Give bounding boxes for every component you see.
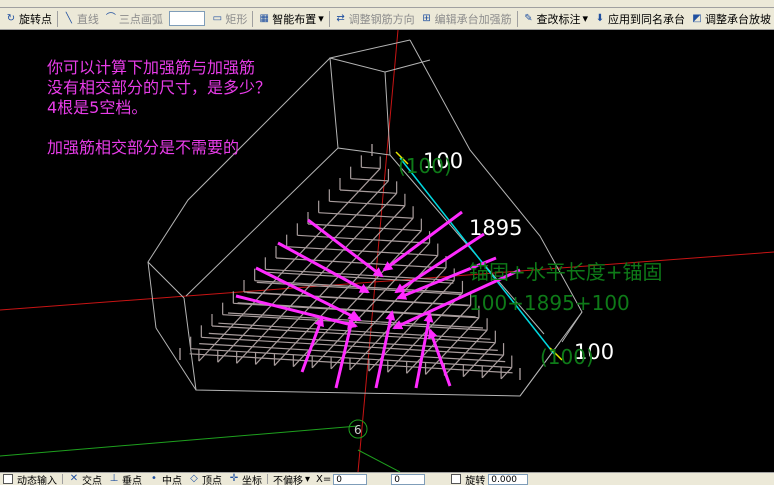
snap-perpendicular[interactable]: ⊥ 垂点 — [105, 473, 145, 485]
rebar-direction-button[interactable]: ⇄ 调整钢筋方向 — [332, 10, 418, 28]
toolbar-separator — [62, 474, 63, 484]
snap-intersection[interactable]: ✕ 交点 — [65, 473, 105, 485]
rotate-point-button[interactable]: ↻ 旋转点 — [2, 10, 55, 28]
coordinate-snap-icon: ✛ — [229, 473, 239, 484]
drawing-viewport[interactable]: 6 你可以计算下加强筋与加强筋 没有相交部分的尺寸，是多少？ 4根是5空档。 加… — [0, 30, 774, 472]
adjust-slope-button[interactable]: ◩ 调整承台放坡 — [688, 10, 774, 28]
y-coordinate: 0 — [388, 473, 428, 485]
rebar-line — [247, 292, 469, 307]
top-toolbar-strip — [0, 0, 774, 8]
rebar-line — [208, 332, 498, 351]
toolbar-separator — [328, 10, 330, 27]
apply-same-name-icon: ⬇ — [595, 12, 605, 24]
vertex-snap-icon: ◇ — [190, 473, 198, 484]
note-line: 加强筋相交部分是不需要的 — [47, 138, 240, 157]
smart-layout-button[interactable]: ▦ 智能布置 ▾ — [255, 10, 327, 28]
chevron-down-icon: ▾ — [582, 12, 588, 25]
dynamic-input-toggle[interactable]: 动态输入 — [0, 473, 60, 485]
edit-reinforcement-button[interactable]: ⊞ 编辑承台加强筋 — [418, 10, 515, 28]
adjust-slope-icon: ◩ — [692, 12, 702, 24]
snap-coordinate[interactable]: ✛ 坐标 — [225, 473, 265, 485]
offset-mode-dropdown[interactable]: 不偏移 ▾ — [270, 473, 313, 485]
edit-annotation-button[interactable]: ✎ 查改标注 ▾ — [519, 10, 591, 28]
rotate-input[interactable]: 0.000 — [488, 473, 529, 485]
question-line-1: 你可以计算下加强筋与加强筋 — [47, 58, 256, 77]
rebar-line — [318, 212, 414, 219]
green-axis-line — [357, 449, 401, 472]
rebar-line — [189, 353, 513, 374]
arc-mode-dropdown[interactable] — [168, 11, 206, 26]
toolbar-separator — [267, 474, 268, 484]
x-coordinate: X= 0 — [313, 473, 370, 485]
rebar-line — [361, 166, 381, 170]
perpendicular-snap-icon: ⊥ — [109, 473, 119, 484]
rectangle-icon: ▭ — [212, 12, 223, 24]
apply-same-name-button[interactable]: ⬇ 应用到同名承台 — [591, 10, 688, 28]
y-input[interactable]: 0 — [391, 473, 426, 485]
toolbar-separator — [57, 10, 58, 27]
rotate-toggle[interactable]: 旋转 — [448, 473, 488, 485]
question-line-3: 4根是5空档。 — [47, 98, 148, 117]
question-line-2: 没有相交部分的尺寸，是多少？ — [47, 78, 272, 97]
green-axis-line-2 — [0, 425, 359, 457]
checkbox-icon — [3, 474, 13, 484]
toolbar-separator — [252, 10, 254, 27]
toolbar-separator — [516, 10, 518, 27]
rebar-line — [297, 234, 430, 244]
checkbox-icon — [451, 474, 462, 484]
line-icon: ╲ — [65, 12, 72, 24]
x-input[interactable]: 0 — [333, 473, 368, 485]
dim-bottom-sub-label: (100) — [540, 345, 594, 369]
arc-button[interactable]: ⌒ 三点画弧 — [102, 10, 166, 28]
formula-text: 锚固+水平长度+锚固 — [469, 260, 663, 284]
rectangle-button[interactable]: ▭ 矩形 — [208, 10, 250, 28]
formula-values: 100+1895+100 — [469, 291, 630, 315]
dim-mid-label: 1895 — [469, 216, 523, 240]
axis-marker-label: 6 — [354, 423, 362, 437]
line-button[interactable]: ╲ 直线 — [60, 10, 102, 28]
snap-midpoint[interactable]: • 中点 — [145, 473, 185, 485]
smart-layout-icon: ▦ — [259, 12, 269, 24]
rebar-line — [198, 168, 381, 362]
intersection-snap-icon: ✕ — [69, 473, 79, 484]
main-toolbar: ↻ 旋转点 ╲ 直线 ⌒ 三点画弧 ▭ 矩形 ▦ 智能布置 ▾ ⇄ 调整钢筋方向 ⊞ 编辑承台加… — [0, 8, 774, 30]
midpoint-snap-icon: • — [151, 473, 157, 484]
chevron-down-icon: ▾ — [305, 473, 311, 485]
arc-icon: ⌒ — [105, 12, 116, 24]
chevron-down-icon: ▾ — [318, 12, 324, 25]
rebar-line — [339, 189, 397, 194]
bottom-status-toolbar: 动态输入 ✕ 交点 ⊥ 垂点 • 中点 ◇ 顶点 ✛ 坐标 不偏移 ▾ X= 0 0 旋转 0… — [0, 472, 774, 485]
rotate-point-icon: ↻ — [6, 12, 16, 24]
dim-top-sub-label: (100) — [398, 154, 452, 178]
snap-vertex[interactable]: ◇ 顶点 — [185, 473, 225, 485]
rebar-direction-icon: ⇄ — [336, 12, 345, 24]
edit-annotation-icon: ✎ — [524, 12, 533, 24]
edit-reinforcement-icon: ⊞ — [422, 12, 431, 24]
